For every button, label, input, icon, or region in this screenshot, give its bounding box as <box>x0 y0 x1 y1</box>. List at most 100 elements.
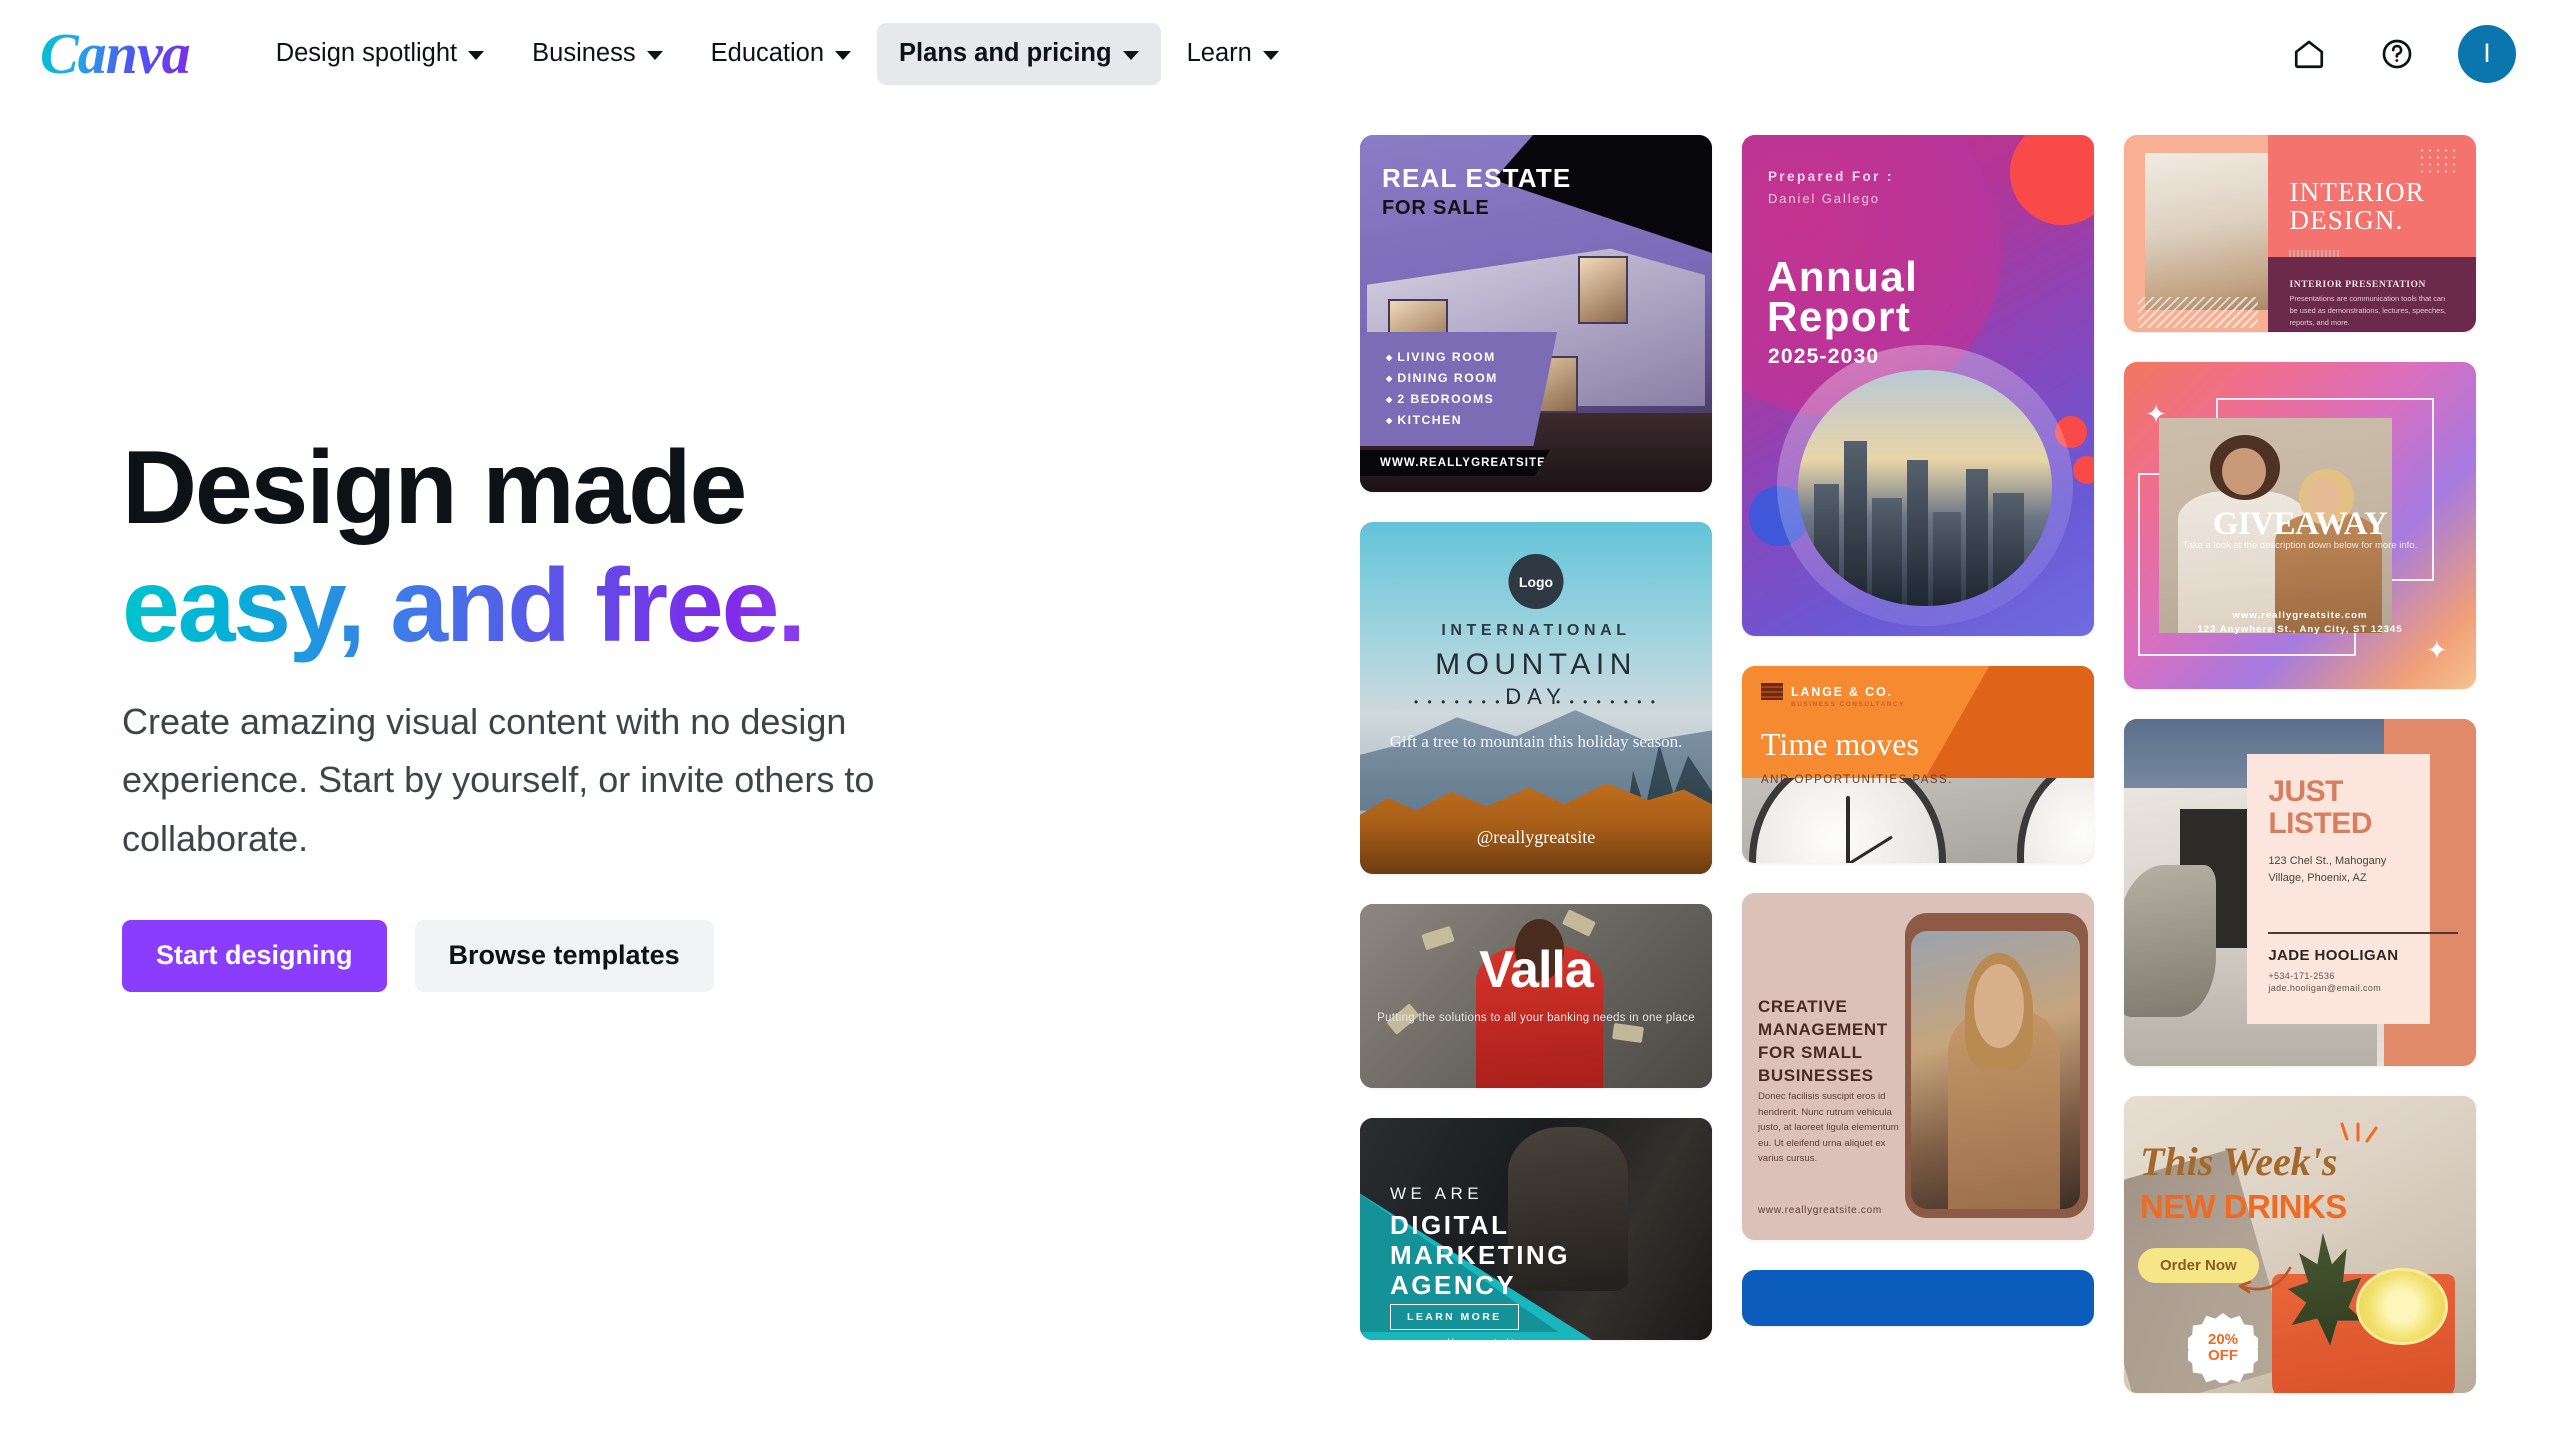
template-card-interior-design[interactable]: INTERIOR DESIGN. INTERIOR PRESENTATION P… <box>2124 135 2476 332</box>
giveaway-subtitle: Take a look at the description down belo… <box>2182 539 2418 551</box>
mountain-dots-right: • • • • • • • • <box>1556 695 1658 709</box>
hero-section: Design made easy, and free. Create amazi… <box>122 430 1052 992</box>
nav-item-label: Education <box>710 39 825 67</box>
just-listed-agent-name: JADE HOOLIGAN <box>2268 947 2399 964</box>
chevron-down-icon <box>1122 51 1139 60</box>
lange-brand-name: LANGE & CO. <box>1791 684 1893 699</box>
template-card-new-drinks[interactable]: This Week's NEW DRINKS Order Now 20% OFF <box>2124 1096 2476 1393</box>
giveaway-address: 123 Anywhere St., Any City, ST 12345 <box>2197 624 2403 635</box>
main-menu: Design spotlight Business Education Plan… <box>254 22 1301 85</box>
annual-years: 2025-2030 <box>1768 345 1880 368</box>
real-estate-title: REAL ESTATE <box>1382 163 1572 193</box>
lange-logo-mark <box>1761 683 1783 700</box>
time-moves-title: Time moves <box>1761 726 1919 762</box>
creative-url: www.reallygreatsite.com <box>1758 1205 1882 1216</box>
annual-city-photo <box>1798 370 2052 606</box>
template-card-just-listed[interactable]: JUST LISTED 123 Chel St., Mahogany Villa… <box>2124 719 2476 1066</box>
house-window <box>1578 256 1628 325</box>
annual-title-line-2: Report <box>1767 293 1912 340</box>
mountain-handle: @reallygreatsite <box>1476 827 1596 847</box>
template-card-blue-partial[interactable] <box>1742 1270 2094 1326</box>
just-listed-title-line-2: LISTED <box>2268 807 2372 840</box>
template-card-time-moves[interactable]: LANGE & CO. BUSINESS CONSULTANCY Time mo… <box>1742 666 2094 863</box>
template-card-digital-marketing-agency[interactable]: WE ARE DIGITAL MARKETING AGENCY LEARN MO… <box>1360 1118 1712 1340</box>
headline-line-2: easy, and free. <box>122 547 806 664</box>
canva-logo[interactable]: Canva <box>38 21 192 87</box>
creative-body-text: Donec facilisis suscipit eros id hendrer… <box>1758 1091 1899 1165</box>
lange-co-logo: LANGE & CO. <box>1761 683 1893 700</box>
creative-person-head <box>1973 964 2025 1048</box>
sparkle-icon: ✦ <box>2426 634 2448 665</box>
gallery-column-2: Prepared For : Daniel Gallego Annual Rep… <box>1742 135 2094 1431</box>
creative-line-2: MANAGEMENT <box>1758 1020 1888 1039</box>
drinks-lemon-slice <box>2356 1268 2448 1346</box>
chevron-down-icon <box>1262 51 1279 60</box>
help-button[interactable] <box>2370 27 2424 81</box>
real-estate-feature-list: LIVING ROOM DINING ROOM 2 BEDROOMS KITCH… <box>1360 332 1558 446</box>
burst-lines-icon <box>2340 1122 2378 1143</box>
browse-templates-button[interactable]: Browse templates <box>414 919 714 992</box>
dma-line-1: DIGITAL <box>1390 1210 1510 1240</box>
template-card-creative-management[interactable]: CREATIVE MANAGEMENT FOR SMALL BUSINESSES… <box>1742 893 2094 1240</box>
annual-prepared-name: Daniel Gallego <box>1768 191 1880 206</box>
nav-item-business[interactable]: Business <box>510 23 684 85</box>
just-listed-title-line-1: JUST <box>2268 775 2343 808</box>
hero-actions: Start designing Browse templates <box>122 919 1052 992</box>
template-card-mountain-day[interactable]: Logo INTERNATIONAL MOUNTAIN DAY • • • • … <box>1360 522 1712 874</box>
nav-item-design-spotlight[interactable]: Design spotlight <box>254 23 506 85</box>
chevron-down-icon <box>468 51 485 60</box>
chevron-down-icon <box>835 51 852 60</box>
canva-logo-text: Canva <box>40 20 191 86</box>
template-gallery: REAL ESTATE FOR SALE LIVING ROOM DINING … <box>1360 135 2560 1431</box>
giveaway-title: GIVEAWAY <box>2212 505 2388 542</box>
mountain-line-3: DAY <box>1505 684 1567 709</box>
creative-photo <box>1911 931 2080 1209</box>
interior-title-line-2: DESIGN. <box>2289 205 2404 235</box>
template-card-valla[interactable]: Valla Putting the solutions to all your … <box>1360 904 1712 1088</box>
nav-item-plans-and-pricing[interactable]: Plans and pricing <box>877 22 1161 85</box>
home-icon <box>2294 40 2324 68</box>
nav-item-label: Learn <box>1186 39 1252 67</box>
interior-chevron-pattern <box>2138 296 2258 329</box>
mountain-line-1: INTERNATIONAL <box>1441 622 1631 639</box>
top-navigation-bar: Canva Design spotlight Business Educatio… <box>0 0 2560 107</box>
curved-arrow-icon <box>2238 1266 2292 1294</box>
dma-line-2: MARKETING <box>1390 1240 1570 1270</box>
valla-subtitle: Putting the solutions to all your bankin… <box>1377 1012 1695 1024</box>
nav-item-learn[interactable]: Learn <box>1165 23 1301 85</box>
template-card-giveaway[interactable]: ✦ ✦ GIVEAWAY Take a look at the descript… <box>2124 362 2476 689</box>
badge-line-2: OFF <box>2208 1347 2238 1364</box>
giveaway-person-1-face <box>2221 447 2267 496</box>
template-card-real-estate[interactable]: REAL ESTATE FOR SALE LIVING ROOM DINING … <box>1360 135 1712 492</box>
dma-url: www.reallygreatsite.com <box>1390 1336 1556 1340</box>
just-listed-address: 123 Chel St., Mahogany Village, Phoenix,… <box>2268 855 2387 884</box>
template-card-annual-report[interactable]: Prepared For : Daniel Gallego Annual Rep… <box>1742 135 2094 636</box>
creative-line-4: BUSINESSES <box>1758 1066 1874 1085</box>
just-listed-email: jade.hooligan@email.com <box>2268 983 2382 993</box>
list-item: LIVING ROOM <box>1386 346 1539 367</box>
gallery-column-3: INTERIOR DESIGN. INTERIOR PRESENTATION P… <box>2124 135 2476 1431</box>
nav-item-label: Design spotlight <box>275 39 458 67</box>
giveaway-url: www.reallygreatsite.com <box>2232 610 2368 621</box>
list-item: 2 BEDROOMS <box>1386 388 1539 409</box>
help-circle-icon <box>2382 39 2412 68</box>
dma-learn-more-button[interactable]: LEARN MORE <box>1390 1304 1519 1330</box>
start-designing-button[interactable]: Start designing <box>122 919 387 992</box>
nav-item-label: Plans and pricing <box>899 39 1112 67</box>
avatar-initial: I <box>2483 38 2491 68</box>
creative-line-1: CREATIVE <box>1758 997 1848 1016</box>
just-listed-phone: +534-171-2536 <box>2268 971 2335 981</box>
interior-title-line-1: INTERIOR <box>2289 177 2426 207</box>
real-estate-url: WWW.REALLYGREATSITE.COM <box>1360 450 1551 476</box>
drinks-title: NEW DRINKS <box>2140 1188 2347 1225</box>
nav-item-education[interactable]: Education <box>689 23 873 85</box>
user-avatar[interactable]: I <box>2458 24 2516 83</box>
list-item: DINING ROOM <box>1386 367 1539 388</box>
mountain-line-2: MOUNTAIN <box>1435 648 1637 681</box>
lange-brand-subtitle: BUSINESS CONSULTANCY <box>1791 701 1905 708</box>
mountain-tagline: Gift a tree to mountain this holiday sea… <box>1389 732 1683 751</box>
real-estate-subtitle: FOR SALE <box>1382 197 1490 219</box>
list-item: KITCHEN <box>1386 409 1539 430</box>
home-button[interactable] <box>2282 27 2336 81</box>
drinks-script-title: This Week's <box>2140 1139 2338 1184</box>
